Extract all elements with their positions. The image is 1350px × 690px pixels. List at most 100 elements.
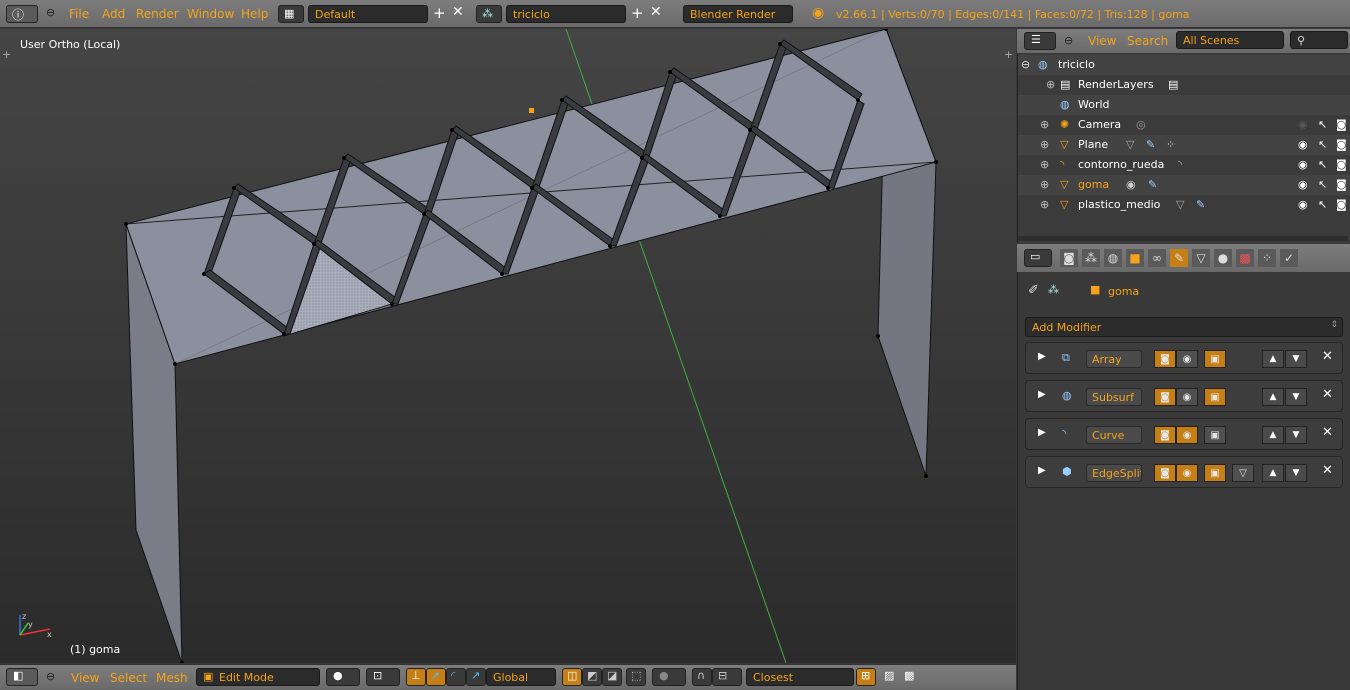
modifiers-tab-icon[interactable]: ✎ xyxy=(1170,249,1188,267)
proportional-select[interactable]: ● xyxy=(652,668,686,686)
edge-select-mode[interactable]: ◩ xyxy=(582,668,602,686)
move-up-icon[interactable]: ▲ xyxy=(1262,350,1284,368)
menu-mesh[interactable]: Mesh xyxy=(156,671,188,685)
outliner-type-button[interactable]: ☰ xyxy=(1024,32,1056,50)
physics-tab-icon[interactable]: ✓ xyxy=(1280,249,1298,267)
close-icon[interactable]: ✕ xyxy=(1322,463,1333,478)
close-icon[interactable]: ✕ xyxy=(1322,349,1333,364)
particles-tab-icon[interactable]: ⁘ xyxy=(1258,249,1276,267)
editmode-toggle-icon[interactable]: ▣ xyxy=(1204,388,1226,406)
editmode-toggle-icon[interactable]: ▣ xyxy=(1204,426,1226,444)
expand-icon[interactable]: ⊕ xyxy=(1040,198,1049,211)
layout-select[interactable]: Default xyxy=(308,5,428,23)
occlude-toggle[interactable]: ⬚ xyxy=(626,668,646,686)
render-tab-icon[interactable]: ◙ xyxy=(1060,249,1078,267)
render-anim-icon[interactable]: ▩ xyxy=(904,669,914,682)
expand-triangle-icon[interactable]: ▶ xyxy=(1038,427,1046,438)
manipulator-toggle[interactable]: ⊥ xyxy=(406,668,426,686)
collapse-icon[interactable]: ⊖ xyxy=(46,6,55,19)
pin-icon[interactable]: ✐ xyxy=(1028,283,1039,298)
visibility-icon[interactable]: ◉ xyxy=(1298,198,1308,211)
outliner-collapse-icon[interactable]: ⊖ xyxy=(1064,34,1073,47)
editor-type-button[interactable]: ◧ xyxy=(6,668,38,686)
visibility-icon[interactable]: ◉ xyxy=(1298,138,1308,151)
move-down-icon[interactable]: ▼ xyxy=(1285,350,1307,368)
menu-file[interactable]: File xyxy=(69,7,89,21)
render-preview-icon[interactable]: ▨ xyxy=(884,669,894,682)
outliner-row-goma[interactable]: ⊕ ▽ goma ◉ ✎ ◉ ↖ ◙ xyxy=(1018,175,1350,195)
material-tab-icon[interactable]: ● xyxy=(1214,249,1232,267)
close-icon[interactable]: ✕ xyxy=(1322,387,1333,402)
shading-select[interactable]: ● xyxy=(326,668,360,686)
expand-icon[interactable]: ⊕ xyxy=(1040,118,1049,131)
render-camera-icon[interactable]: ◙ xyxy=(1336,118,1347,131)
properties-type-button[interactable]: ▭ xyxy=(1024,249,1052,267)
scene-type-button[interactable]: ⁂ xyxy=(476,5,502,23)
move-up-icon[interactable]: ▲ xyxy=(1262,464,1284,482)
toolshelf-toggle-icon[interactable]: + xyxy=(2,48,11,61)
expand-triangle-icon[interactable]: ▶ xyxy=(1038,465,1046,476)
snap-toggle[interactable]: ∩ xyxy=(692,668,712,686)
outliner-row-contorno-rueda[interactable]: ⊕ ◝ contorno_rueda ◝ ◉ ↖ ◙ xyxy=(1018,155,1350,175)
snap-element-select[interactable]: ⊟ xyxy=(712,668,742,686)
move-down-icon[interactable]: ▼ xyxy=(1285,388,1307,406)
editmode-toggle-icon[interactable]: ▣ xyxy=(1204,464,1226,482)
render-camera-icon[interactable]: ◙ xyxy=(1336,158,1347,171)
outliner-scrollbar[interactable] xyxy=(1018,236,1348,241)
collapse-icon-bottom[interactable]: ⊖ xyxy=(46,670,55,683)
menu-add[interactable]: Add xyxy=(102,7,125,21)
expand-icon[interactable]: ⊕ xyxy=(1040,138,1049,151)
snap-target-select[interactable]: Closest xyxy=(746,668,854,686)
orientation-select[interactable]: Global xyxy=(486,668,556,686)
visibility-icon[interactable]: ◉ xyxy=(1298,118,1308,131)
outliner-menu-view[interactable]: View xyxy=(1088,34,1116,48)
render-engine-select[interactable]: Blender Render xyxy=(683,5,793,23)
outliner-search-input[interactable]: ⚲ xyxy=(1290,31,1348,49)
add-modifier-select[interactable]: Add Modifier ⇕ xyxy=(1025,317,1343,337)
viewport-toggle-icon[interactable]: ◉ xyxy=(1176,464,1198,482)
remove-layout-icon[interactable]: ✕ xyxy=(452,4,464,20)
scene-select[interactable]: triciclo xyxy=(506,5,626,23)
select-cursor-icon[interactable]: ↖ xyxy=(1318,198,1327,211)
move-up-icon[interactable]: ▲ xyxy=(1262,388,1284,406)
render-camera-icon[interactable]: ◙ xyxy=(1336,138,1347,151)
expand-icon[interactable]: ⊕ xyxy=(1040,178,1049,191)
menu-view[interactable]: View xyxy=(71,671,99,685)
outliner-display-select[interactable]: All Scenes xyxy=(1176,31,1284,49)
constraints-tab-icon[interactable]: ∞ xyxy=(1148,249,1166,267)
close-icon[interactable]: ✕ xyxy=(1322,425,1333,440)
outliner-row-plastico-medio[interactable]: ⊕ ▽ plastico_medio ▽ ✎ ◉ ↖ ◙ xyxy=(1018,195,1350,215)
outliner-menu-search[interactable]: Search xyxy=(1127,34,1168,48)
render-toggle-icon[interactable]: ◙ xyxy=(1154,350,1176,368)
expand-icon[interactable]: ⊕ xyxy=(1040,158,1049,171)
expand-triangle-icon[interactable]: ▶ xyxy=(1038,389,1046,400)
render-camera-icon[interactable]: ◙ xyxy=(1336,178,1347,191)
object-tab-icon[interactable]: ■ xyxy=(1126,249,1144,267)
move-up-icon[interactable]: ▲ xyxy=(1262,426,1284,444)
select-cursor-icon[interactable]: ↖ xyxy=(1318,138,1327,151)
move-down-icon[interactable]: ▼ xyxy=(1285,426,1307,444)
render-camera-icon[interactable]: ◙ xyxy=(1336,198,1347,211)
expand-triangle-icon[interactable]: ▶ xyxy=(1038,351,1046,362)
rotate-toggle[interactable]: ◜ xyxy=(446,668,466,686)
data-tab-icon[interactable]: ▽ xyxy=(1192,249,1210,267)
outliner-row-plane[interactable]: ⊕ ▽ Plane ▽ ✎ ⁘ ◉ ↖ ◙ xyxy=(1018,135,1350,155)
world-tab-icon[interactable]: ◍ xyxy=(1104,249,1122,267)
properties-toggle-icon[interactable]: + xyxy=(1004,48,1013,61)
modifier-name-field[interactable]: Curve xyxy=(1086,426,1142,444)
collapse-triangle-icon[interactable]: ⊖ xyxy=(1021,58,1030,71)
select-cursor-icon[interactable]: ↖ xyxy=(1318,158,1327,171)
info-editor-button[interactable]: ⓘ xyxy=(6,5,38,23)
remove-scene-icon[interactable]: ✕ xyxy=(650,4,662,20)
select-cursor-icon[interactable]: ↖ xyxy=(1318,178,1327,191)
move-down-icon[interactable]: ▼ xyxy=(1285,464,1307,482)
add-scene-icon[interactable]: + xyxy=(631,4,644,22)
cage-toggle-icon[interactable]: ▽ xyxy=(1232,464,1254,482)
expand-icon[interactable]: ⊕ xyxy=(1046,78,1055,91)
render-toggle-icon[interactable]: ◙ xyxy=(1154,464,1176,482)
add-layout-icon[interactable]: + xyxy=(433,4,446,22)
visibility-icon[interactable]: ◉ xyxy=(1298,158,1308,171)
translate-toggle[interactable]: ➚ xyxy=(426,668,446,686)
outliner-row-world[interactable]: ◍ World xyxy=(1018,95,1350,115)
editmode-toggle-icon[interactable]: ▣ xyxy=(1204,350,1226,368)
